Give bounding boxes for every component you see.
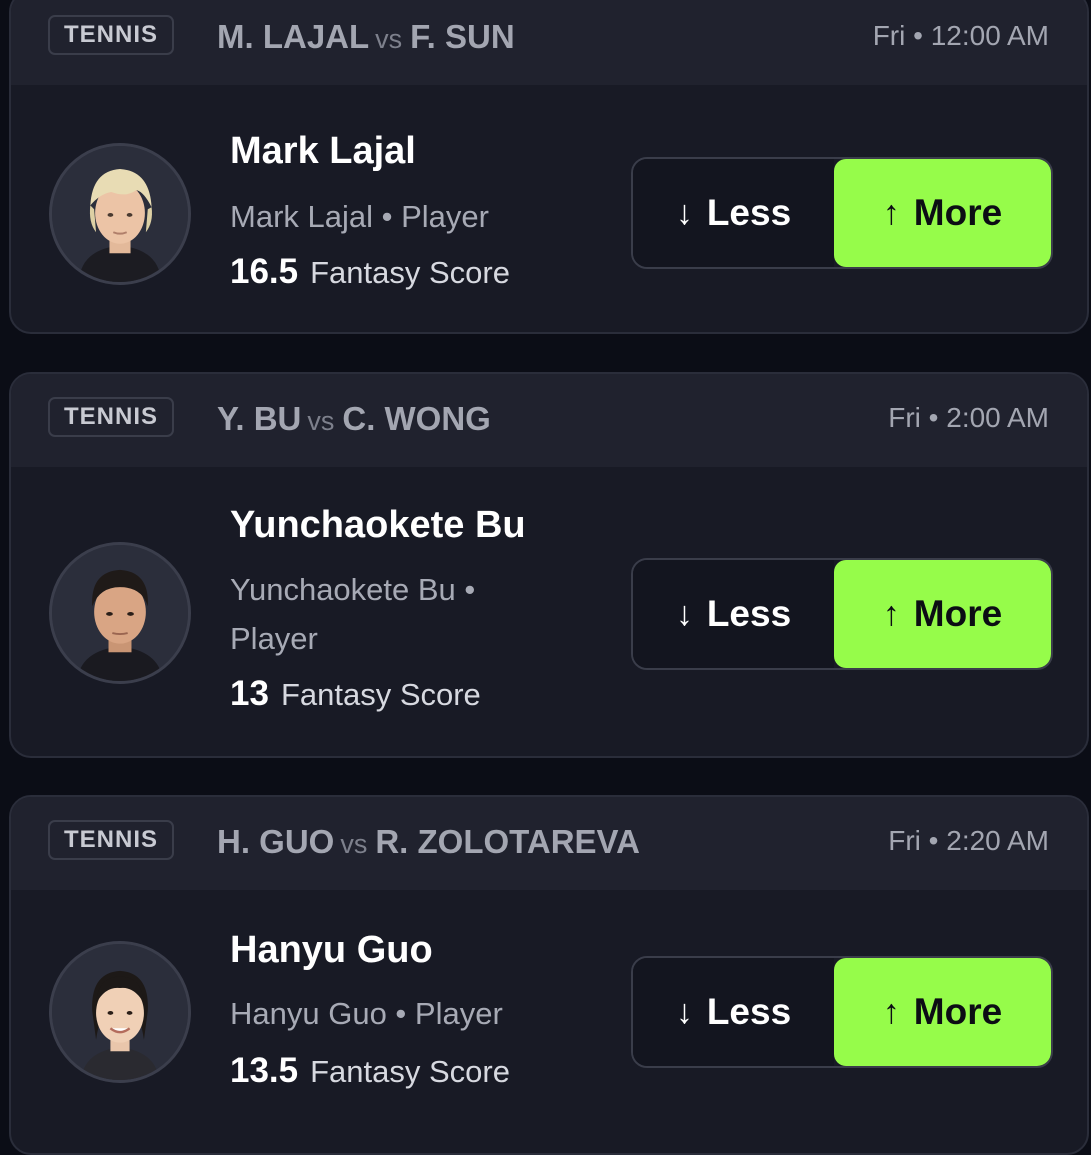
stat-type: Fantasy Score <box>310 255 510 290</box>
more-label: More <box>913 192 1003 233</box>
player-name: Hanyu Guo <box>230 929 433 971</box>
card-header: TENNIS M. LAJAL vs F. SUN Fri • 12:00 AM <box>11 0 1087 85</box>
player-photo-icon <box>52 146 188 282</box>
game-time: Fri • 2:00 AM <box>888 402 1049 433</box>
team-a: H. GUO <box>217 823 335 860</box>
player-subtitle: Hanyu Guo • Player <box>230 996 503 1031</box>
team-b: F. SUN <box>410 18 515 55</box>
card-header: TENNIS H. GUO vs R. ZOLOTAREVA Fri • 2:20 … <box>11 797 1087 890</box>
projection-line: 13.5 Fantasy Score <box>230 1051 510 1091</box>
team-a: Y. BU <box>217 400 302 437</box>
line-value: 13 <box>230 674 269 713</box>
prop-card: TENNIS M. LAJAL vs F. SUN Fri • 12:00 AM M… <box>9 0 1089 334</box>
player-avatar[interactable] <box>49 143 191 285</box>
stat-type: Fantasy Score <box>280 677 481 712</box>
stat-type: Fantasy Score <box>310 1054 510 1089</box>
more-label: More <box>913 593 1003 634</box>
projection-line: 16.5 Fantasy Score <box>230 252 510 292</box>
pick-buttons: ↓ Less ↑ More <box>631 558 1053 670</box>
player-subtitle: Mark Lajal • Player <box>230 199 489 234</box>
player-photo-icon <box>52 545 188 681</box>
less-label: Less <box>706 192 792 233</box>
prop-card: TENNIS Y. BU vs C. WONG Fri • 2:00 AM Yunc… <box>9 372 1089 758</box>
arrow-up-icon: ↑ <box>882 594 900 633</box>
vs-label: vs <box>307 406 335 436</box>
player-subtitle: Yunchaokete Bu • Player <box>230 572 476 656</box>
player-photo-icon <box>52 944 188 1080</box>
more-button[interactable]: ↑ More <box>834 560 1051 668</box>
line-value: 16.5 <box>230 252 299 291</box>
less-label: Less <box>706 593 792 634</box>
vs-label: vs <box>375 24 403 54</box>
less-label: Less <box>706 991 792 1032</box>
team-b: C. WONG <box>342 400 491 437</box>
pick-buttons: ↓ Less ↑ More <box>631 157 1053 269</box>
matchup: H. GUO vs R. ZOLOTAREVA <box>217 823 640 861</box>
more-button[interactable]: ↑ More <box>834 159 1051 267</box>
game-time: Fri • 12:00 AM <box>872 20 1049 51</box>
player-name: Mark Lajal <box>230 130 416 172</box>
team-b: R. ZOLOTAREVA <box>375 823 640 860</box>
player-name: Yunchaokete Bu <box>230 504 526 546</box>
matchup: M. LAJAL vs F. SUN <box>217 18 515 56</box>
prop-card: TENNIS H. GUO vs R. ZOLOTAREVA Fri • 2:20 … <box>9 795 1089 1155</box>
less-button[interactable]: ↓ Less <box>633 560 834 668</box>
line-value: 13.5 <box>230 1051 299 1090</box>
game-time: Fri • 2:20 AM <box>888 825 1049 856</box>
matchup: Y. BU vs C. WONG <box>217 400 491 438</box>
less-button[interactable]: ↓ Less <box>633 958 834 1066</box>
arrow-up-icon: ↑ <box>882 992 900 1031</box>
more-label: More <box>913 991 1003 1032</box>
arrow-down-icon: ↓ <box>675 992 693 1031</box>
sport-badge: TENNIS <box>48 15 175 55</box>
arrow-down-icon: ↓ <box>675 594 693 633</box>
team-a: M. LAJAL <box>217 18 370 55</box>
vs-label: vs <box>340 829 368 859</box>
arrow-down-icon: ↓ <box>675 193 693 232</box>
pick-buttons: ↓ Less ↑ More <box>631 956 1053 1068</box>
player-avatar[interactable] <box>49 542 191 684</box>
less-button[interactable]: ↓ Less <box>633 159 834 267</box>
player-avatar[interactable] <box>49 941 191 1083</box>
more-button[interactable]: ↑ More <box>834 958 1051 1066</box>
card-header: TENNIS Y. BU vs C. WONG Fri • 2:00 AM <box>11 374 1087 467</box>
sport-badge: TENNIS <box>48 820 175 860</box>
sport-badge: TENNIS <box>48 397 175 437</box>
projection-line: 13 Fantasy Score <box>230 674 481 714</box>
arrow-up-icon: ↑ <box>882 193 900 232</box>
